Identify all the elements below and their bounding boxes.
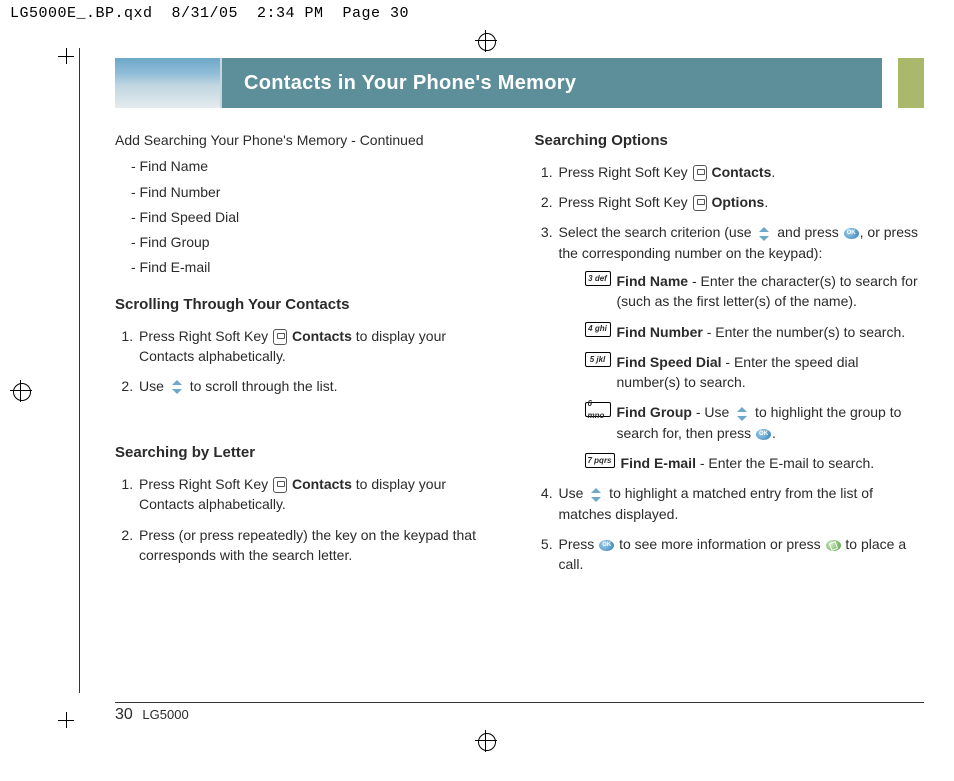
header-titlebar: Contacts in Your Phone's Memory: [222, 58, 882, 108]
keypad-7-icon: 7 pqrs: [585, 453, 615, 468]
nav-icon: [588, 489, 604, 501]
right-column: Searching Options Press Right Soft Key C…: [535, 130, 925, 589]
ok-icon: OK: [599, 540, 614, 551]
keypad-4-icon: 4 ghi: [585, 322, 611, 337]
text: - Enter the number(s) to search.: [703, 324, 905, 340]
header-bar: Contacts in Your Phone's Memory: [115, 58, 924, 108]
text: Press Right Soft Key: [559, 194, 692, 210]
label: Find E-mail: [621, 455, 696, 471]
margin-rule: [79, 48, 80, 693]
text: to highlight a matched entry from the li…: [559, 485, 874, 521]
text: Press Right Soft Key: [139, 476, 272, 492]
heading-search-letter: Searching by Letter: [115, 442, 505, 464]
text: Press: [559, 536, 599, 552]
heading-search-options: Searching Options: [535, 130, 925, 152]
softkey-icon: [693, 195, 707, 211]
label: Find Number: [617, 324, 703, 340]
text: Press Right Soft Key: [559, 164, 692, 180]
options-label: Options: [711, 194, 764, 210]
criterion-find-email: 7 pqrs Find E-mail - Enter the E-mail to…: [585, 453, 925, 473]
text: to see more information or press: [615, 536, 824, 552]
list-item: Press Right Soft Key Contacts to display…: [137, 326, 505, 367]
header-thumbnail: [115, 58, 222, 108]
header-accent: [898, 58, 924, 108]
content-area: Contacts in Your Phone's Memory Add Sear…: [115, 58, 924, 723]
print-slug: LG5000E_.BP.qxd 8/31/05 2:34 PM Page 30: [10, 5, 409, 22]
list-item: - Find Name: [131, 156, 505, 176]
send-icon: [826, 540, 841, 551]
list-item: Press Right Soft Key Options.: [557, 192, 925, 212]
list-item: Use to scroll through the list.: [137, 376, 505, 396]
keypad-5-icon: 5 jkl: [585, 352, 611, 367]
ok-icon: OK: [844, 228, 859, 239]
list-item: Select the search criterion (use and pre…: [557, 222, 925, 473]
footer-rule: [115, 702, 924, 703]
label: Find Name: [617, 273, 689, 289]
search-letter-steps: Press Right Soft Key Contacts to display…: [115, 474, 505, 565]
nav-icon: [734, 408, 750, 420]
list-item: Press Right Soft Key Contacts.: [557, 162, 925, 182]
nav-icon: [169, 381, 185, 393]
list-item: - Find E-mail: [131, 257, 505, 277]
criterion-find-number: 4 ghi Find Number - Enter the number(s) …: [585, 322, 925, 342]
reg-mark-left: [10, 380, 32, 402]
text: Use: [139, 378, 168, 394]
text: Use: [559, 485, 588, 501]
list-item: Press Right Soft Key Contacts to display…: [137, 474, 505, 515]
criterion-find-group: 6 mno Find Group - Use to highlight the …: [585, 402, 925, 443]
list-item: - Find Group: [131, 232, 505, 252]
scrolling-steps: Press Right Soft Key Contacts to display…: [115, 326, 505, 397]
list-item: Press OK to see more information or pres…: [557, 534, 925, 575]
page-number: 30: [115, 706, 133, 723]
keypad-6-icon: 6 mno: [585, 402, 611, 417]
list-item: Press (or press repeatedly) the key on t…: [137, 525, 505, 566]
list-item: Use to highlight a matched entry from th…: [557, 483, 925, 524]
contacts-label: Contacts: [711, 164, 771, 180]
model-name: LG5000: [142, 707, 188, 722]
softkey-icon: [273, 477, 287, 493]
search-options-steps: Press Right Soft Key Contacts. Press Rig…: [535, 162, 925, 575]
footer: 30 LG5000: [115, 706, 189, 724]
heading-scrolling: Scrolling Through Your Contacts: [115, 294, 505, 316]
softkey-icon: [273, 329, 287, 345]
contacts-label: Contacts: [292, 328, 352, 344]
contacts-label: Contacts: [292, 476, 352, 492]
keypad-3-icon: 3 def: [585, 271, 611, 286]
list-item: - Find Speed Dial: [131, 207, 505, 227]
label: Find Speed Dial: [617, 354, 722, 370]
page: LG5000E_.BP.qxd 8/31/05 2:34 PM Page 30 …: [0, 0, 954, 781]
criterion-find-name: 3 def Find Name - Enter the character(s)…: [585, 271, 925, 312]
list-item: - Find Number: [131, 182, 505, 202]
text: - Use: [692, 404, 733, 420]
criterion-find-speed-dial: 5 jkl Find Speed Dial - Enter the speed …: [585, 352, 925, 393]
find-methods-list: - Find Name - Find Number - Find Speed D…: [115, 156, 505, 277]
label: Find Group: [617, 404, 692, 420]
crop-mark-tl: [58, 48, 88, 78]
left-column: Add Searching Your Phone's Memory - Cont…: [115, 130, 505, 589]
text: .: [764, 194, 768, 210]
reg-mark-top: [475, 30, 497, 52]
softkey-icon: [693, 165, 707, 181]
text: Select the search criterion (use: [559, 224, 756, 240]
text: .: [771, 164, 775, 180]
text: and press: [773, 224, 842, 240]
header-title: Contacts in Your Phone's Memory: [244, 72, 576, 95]
text: .: [772, 425, 776, 441]
reg-mark-bottom: [475, 730, 497, 752]
crop-mark-bl: [58, 720, 88, 750]
text: - Enter the E-mail to search.: [696, 455, 874, 471]
ok-icon: OK: [756, 429, 771, 440]
header-gap: [882, 58, 898, 108]
nav-icon: [756, 228, 772, 240]
text: Press Right Soft Key: [139, 328, 272, 344]
continued-line: Add Searching Your Phone's Memory - Cont…: [115, 130, 505, 150]
text: to scroll through the list.: [190, 378, 338, 394]
